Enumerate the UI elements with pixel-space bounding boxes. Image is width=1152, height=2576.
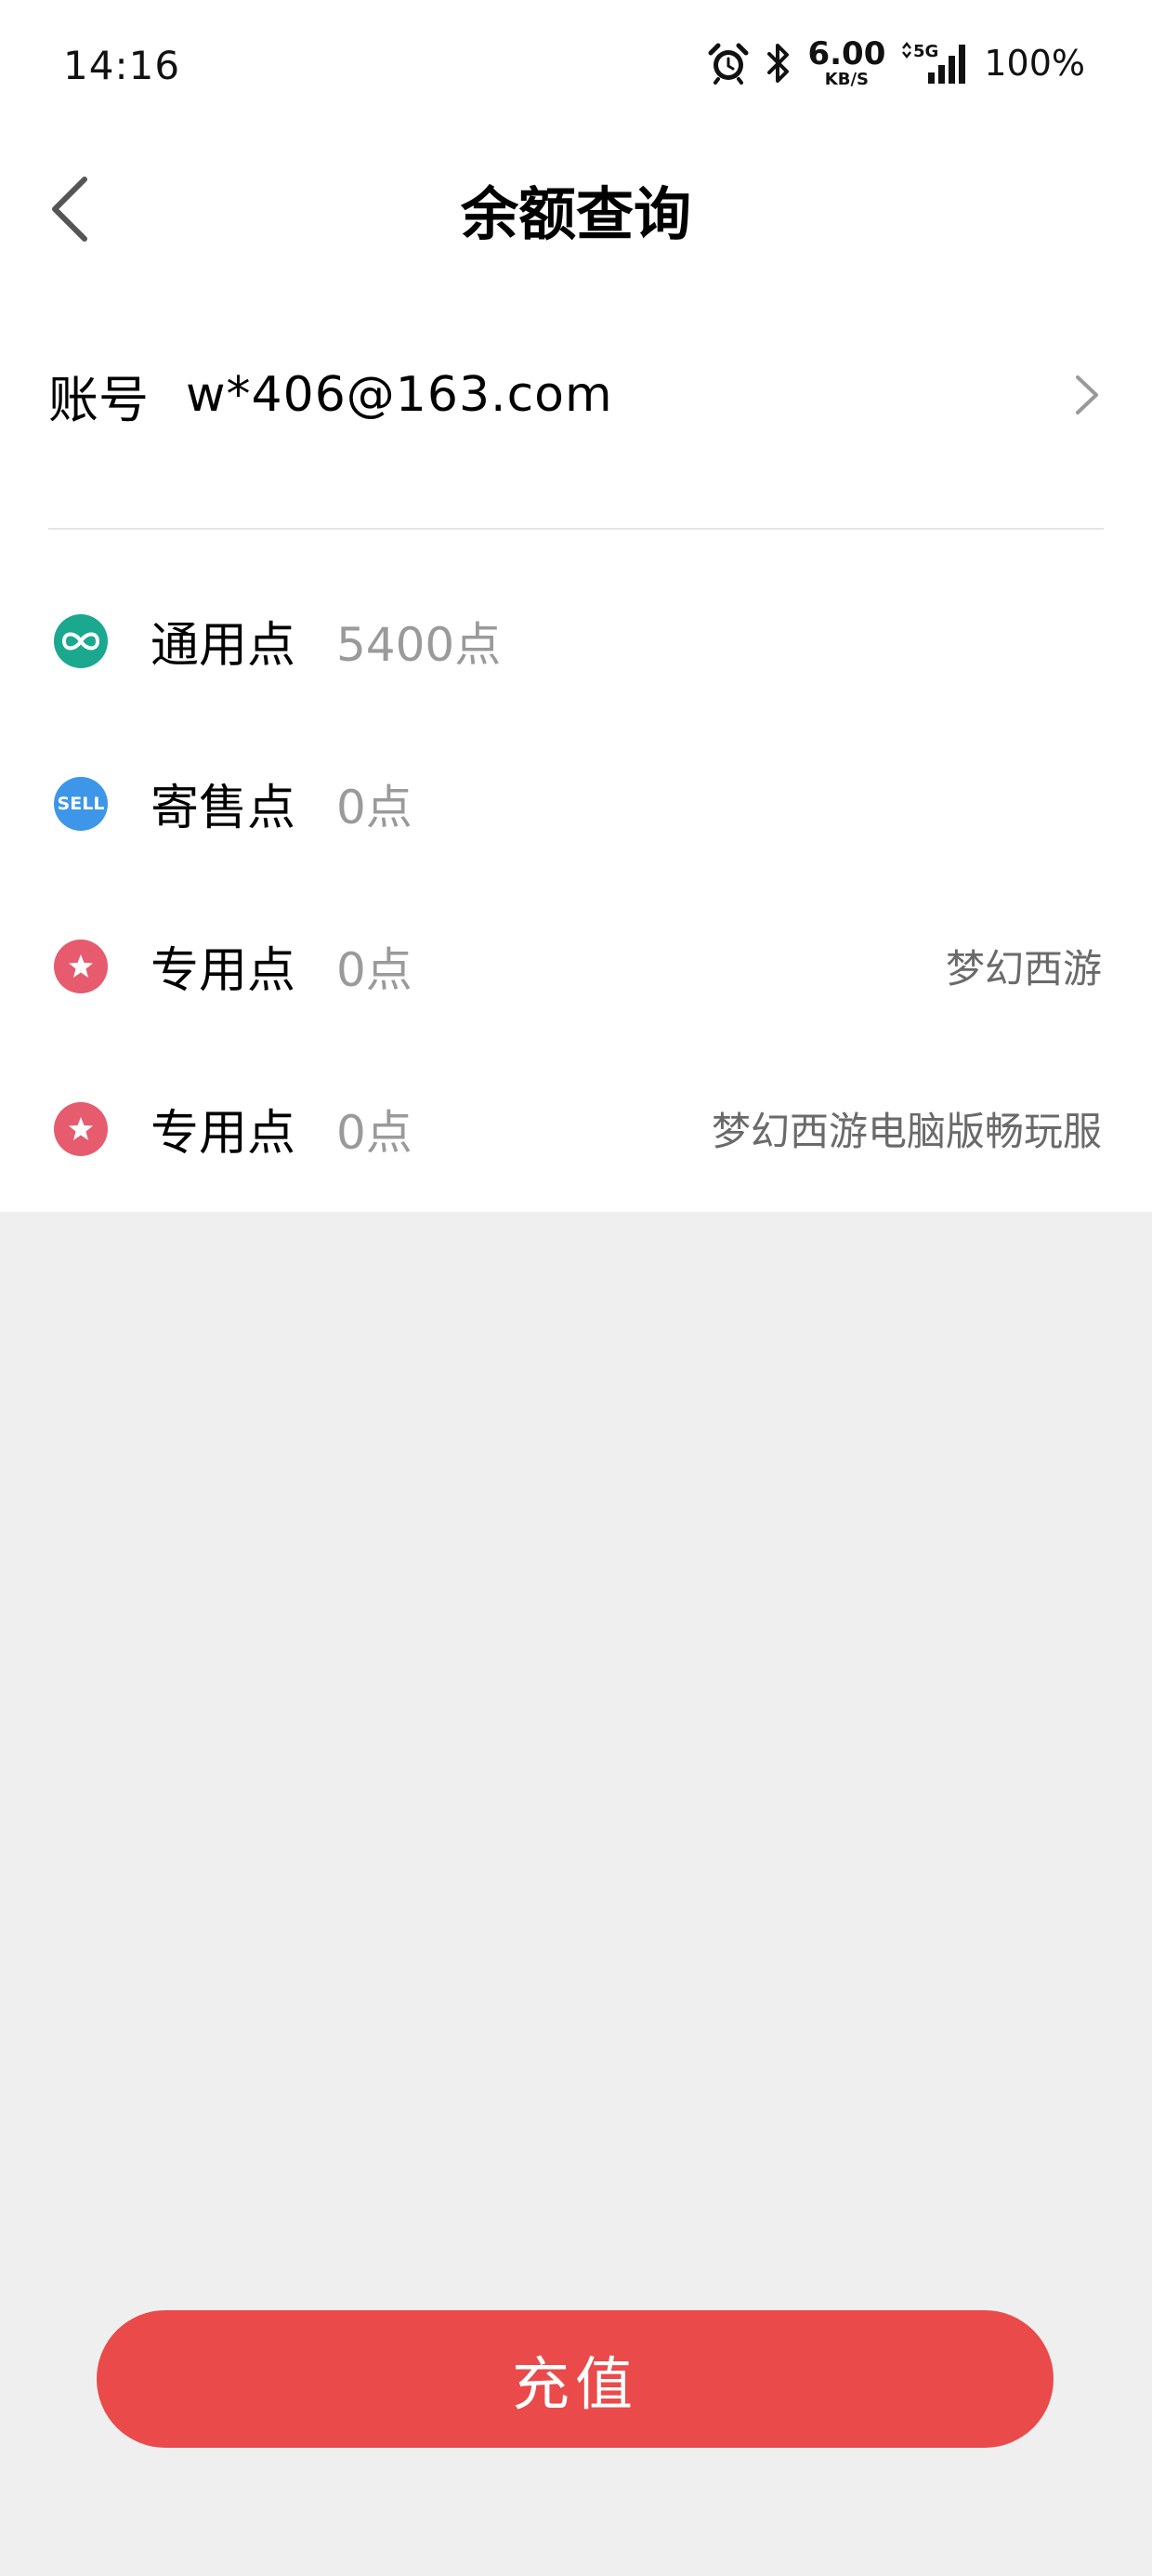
- battery-level: 100%: [984, 43, 1085, 84]
- star-icon: [54, 1101, 108, 1156]
- alarm-icon: [708, 43, 749, 85]
- account-value: w*406@163.com: [186, 367, 613, 423]
- sell-icon: SELL: [54, 776, 108, 831]
- point-value: 0点: [336, 780, 412, 835]
- recharge-button[interactable]: 充值: [97, 2310, 1054, 2448]
- list-item-dedicated-points: 专用点 0点 梦幻西游: [0, 885, 1152, 1047]
- point-label: 寄售点: [151, 781, 296, 836]
- point-label: 专用点: [151, 1106, 296, 1162]
- star-icon: [54, 939, 108, 993]
- network-speed-unit: KB/S: [824, 70, 870, 89]
- network-speed: 6.00 KB/S: [807, 38, 885, 88]
- sell-icon-text: SELL: [57, 793, 105, 814]
- list-item-general-points: 通用点 5400点: [0, 559, 1152, 722]
- point-game-name: 梦幻西游: [945, 946, 1102, 992]
- list-item-dedicated-points: 专用点 0点 梦幻西游电脑版畅玩服: [0, 1047, 1152, 1210]
- point-label: 通用点: [151, 618, 296, 674]
- status-bar: 14:16 6.00 KB/S 5G 100%: [0, 0, 1152, 139]
- account-row[interactable]: 账号 w*406@163.com: [48, 325, 1104, 465]
- network-type-text: 5G: [913, 42, 938, 61]
- bluetooth-icon: [767, 44, 790, 83]
- point-label: 专用点: [151, 943, 296, 999]
- point-game-name: 梦幻西游电脑版畅玩服: [711, 1109, 1102, 1154]
- point-list: 通用点 5400点 SELL 寄售点 0点 专用点 0点 梦幻西游 专用点 0点…: [0, 559, 1152, 1210]
- nav-header: 余额查询: [0, 139, 1152, 279]
- point-value: 5400点: [336, 617, 502, 672]
- network-speed-value: 6.00: [807, 35, 886, 72]
- list-item-consignment-points: SELL 寄售点 0点: [0, 722, 1152, 885]
- point-value: 0点: [336, 1105, 412, 1160]
- chevron-right-icon: [1076, 375, 1098, 414]
- account-label: 账号: [48, 370, 149, 429]
- status-icons: 6.00 KB/S 5G 100%: [707, 37, 1085, 89]
- point-value: 0点: [336, 942, 412, 997]
- infinity-icon: [54, 613, 108, 668]
- status-time: 14:16: [63, 43, 181, 88]
- page-title: 余额查询: [460, 180, 691, 248]
- divider: [48, 528, 1104, 530]
- signal-5g-icon: 5G: [902, 41, 966, 84]
